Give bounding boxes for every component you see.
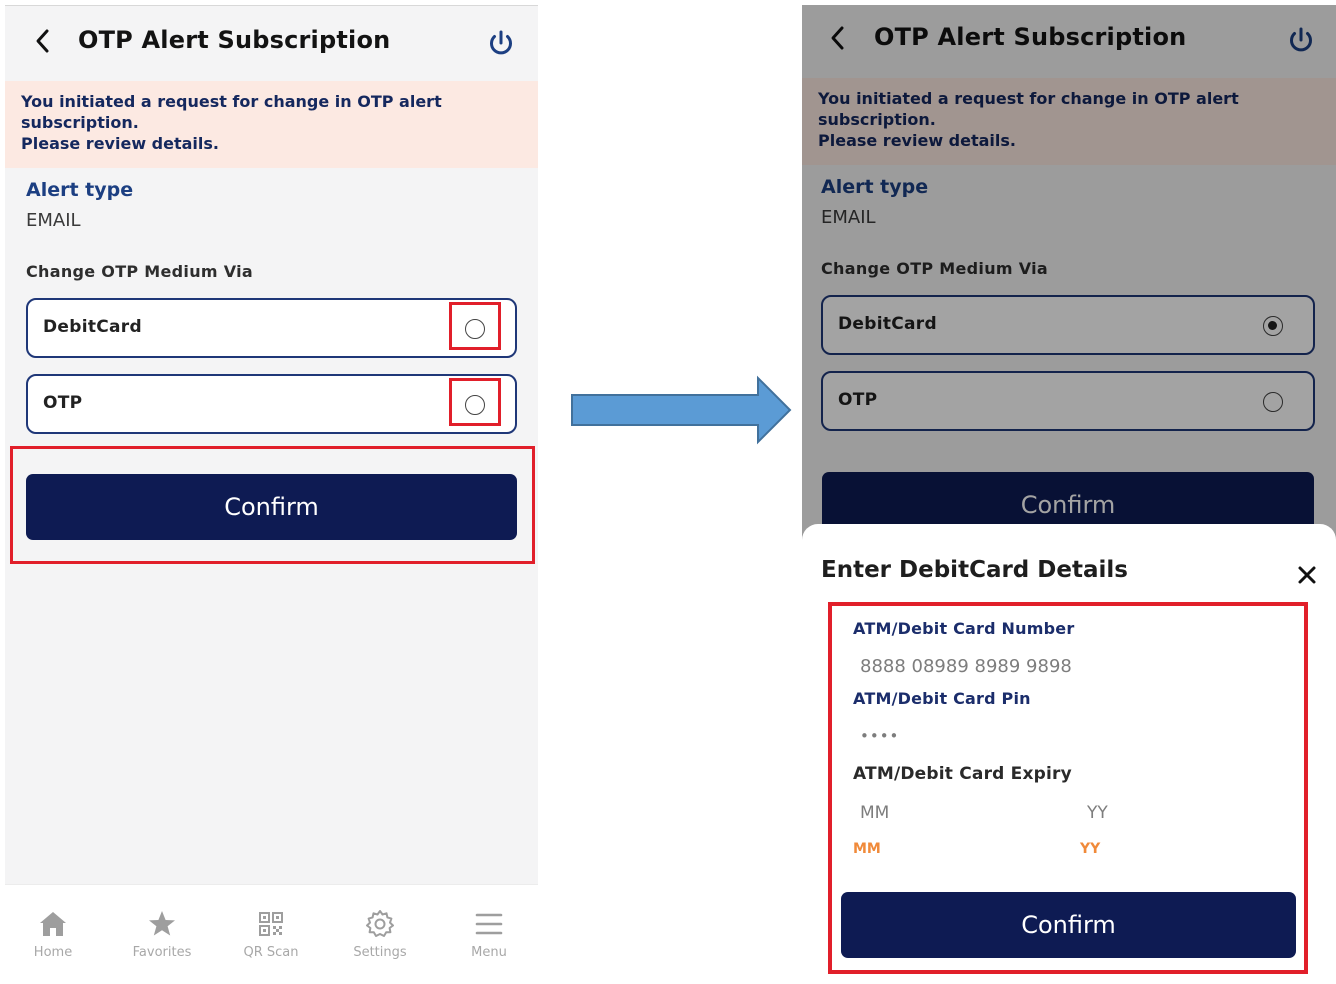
page-title: OTP Alert Subscription (78, 26, 391, 54)
close-icon[interactable] (1296, 564, 1318, 586)
change-medium-label: Change OTP Medium Via (26, 262, 254, 281)
nav-label: Home (33, 945, 73, 960)
home-icon (40, 912, 66, 936)
option-otp[interactable]: OTP (26, 374, 517, 434)
app-header: OTP Alert Subscription (5, 6, 538, 81)
gear-icon (366, 910, 394, 937)
nav-label: Settings (353, 945, 407, 960)
right-phone-screen: OTP Alert Subscription You initiated a r… (802, 5, 1336, 984)
option-label: DebitCard (43, 317, 142, 337)
highlight-box-confirm (10, 446, 535, 564)
highlight-box-otp-radio (449, 378, 501, 426)
star-icon (149, 911, 175, 936)
left-phone-screen: OTP Alert Subscription You initiated a r… (5, 5, 538, 984)
hamburger-icon (475, 913, 503, 935)
nav-menu[interactable]: Menu (449, 907, 529, 960)
qr-icon (259, 912, 283, 936)
nav-label: Favorites (132, 945, 192, 960)
banner-line: subscription. (21, 113, 139, 132)
nav-favorites[interactable]: Favorites (122, 907, 202, 960)
sheet-title: Enter DebitCard Details (821, 557, 1128, 583)
back-arrow-icon[interactable] (33, 28, 53, 54)
banner-line: You initiated a request for change in OT… (21, 92, 442, 111)
banner-line: Please review details. (21, 134, 219, 153)
power-icon[interactable] (486, 28, 516, 58)
alert-type-label: Alert type (26, 179, 134, 201)
highlight-box-card-details (828, 602, 1308, 974)
nav-qr-scan[interactable]: QR Scan (231, 907, 311, 960)
alert-type-value: EMAIL (26, 210, 81, 231)
nav-label: QR Scan (243, 945, 299, 960)
option-label: OTP (43, 393, 83, 413)
request-info-banner: You initiated a request for change in OT… (5, 81, 538, 168)
nav-settings[interactable]: Settings (340, 907, 420, 960)
highlight-box-debitcard-radio (449, 302, 501, 350)
bottom-nav: Home Favorites QR Scan Settings Menu (5, 884, 538, 984)
nav-label: Menu (471, 945, 507, 960)
nav-home[interactable]: Home (13, 907, 93, 960)
debitcard-details-sheet: Enter DebitCard Details ATM/Debit Card N… (802, 524, 1336, 984)
option-debitcard[interactable]: DebitCard (26, 298, 517, 358)
transition-arrow-icon (571, 375, 792, 445)
